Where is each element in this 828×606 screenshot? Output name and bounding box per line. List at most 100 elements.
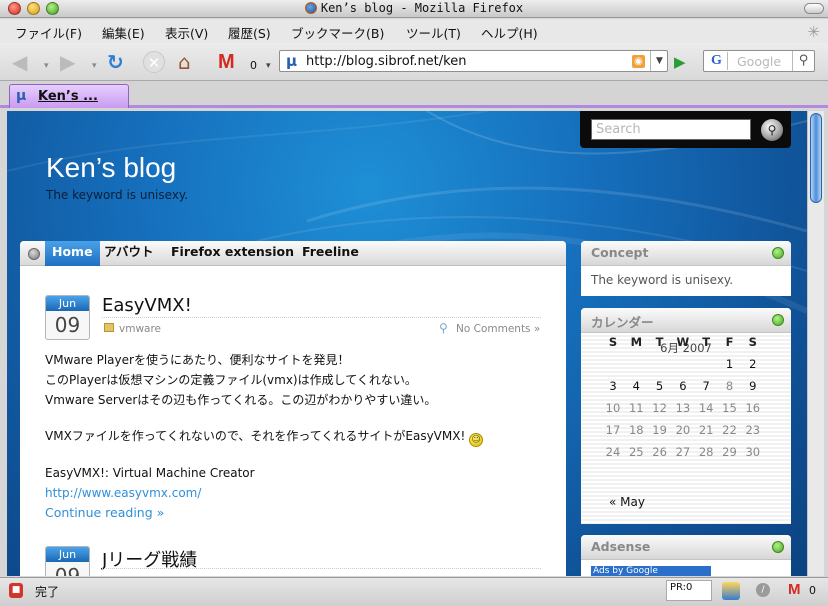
calendar-day: 7 (702, 379, 710, 393)
page-viewport: Search ⚲ Ken’s blog The keyword is unise… (7, 111, 807, 576)
widget-title: Adsense (591, 539, 651, 554)
calendar-day: 29 (722, 445, 737, 459)
post-line: EasyVMX!: Virtual Machine Creator (45, 466, 255, 480)
firefox-icon (304, 2, 317, 14)
blog-title[interactable]: Ken’s blog (46, 152, 176, 184)
widget-title: カレンダー (591, 315, 654, 330)
tab-bar: µ Ken’s ... (0, 81, 828, 108)
calendar-day: 21 (698, 423, 714, 437)
tab-label[interactable]: Ken’s ... (38, 89, 98, 104)
nav-firefox-extension[interactable]: Firefox extension (164, 241, 301, 266)
calendar-day: 30 (745, 445, 761, 459)
widget-adsense: Adsense Ads by Google (581, 535, 791, 576)
post-line: このPlayerは仮想マシンの定義ファイル(vmx)は作成してくれない。 (45, 373, 417, 387)
calendar-day: 14 (698, 401, 714, 415)
tab-kens-blog[interactable]: µ Ken’s ... (9, 84, 129, 108)
post-title[interactable]: EasyVMX! (102, 295, 192, 316)
post-month: Jun (46, 547, 89, 562)
stop-icon[interactable]: ✕ (143, 51, 165, 73)
web-search-placeholder[interactable]: Google (737, 54, 781, 69)
calendar-day: 15 (722, 401, 737, 415)
menu-tools[interactable]: ツール(T) (406, 23, 461, 42)
extension-icon[interactable] (722, 582, 740, 600)
calendar-day: 4 (632, 379, 640, 393)
rss-feed-icon[interactable]: ◉ (632, 55, 645, 68)
post-meta (102, 568, 541, 576)
nav-home[interactable]: Home (45, 241, 100, 266)
calendar-weekday: T (702, 335, 711, 349)
gmail-icon[interactable]: M (218, 51, 235, 73)
nav-about[interactable]: アバウト (97, 241, 161, 266)
gmail-status-count: 0 (809, 584, 816, 597)
nav-freeline[interactable]: Freeline (295, 241, 366, 266)
post-comments-link[interactable]: No Comments » (456, 323, 540, 335)
post-line: Continue reading » (45, 503, 541, 523)
url-text[interactable]: http://blog.sibrof.net/ken (306, 54, 466, 69)
back-history-dropdown-icon[interactable]: ▾ (44, 55, 49, 77)
post-line (45, 410, 541, 426)
vertical-scrollbar[interactable] (807, 111, 824, 576)
widget-concept: Concept The keyword is unisexy. (581, 241, 791, 296)
calendar-day: 22 (722, 423, 737, 437)
menu-help[interactable]: ヘルプ(H) (481, 23, 538, 42)
site-search-icon[interactable]: ⚲ (761, 119, 783, 141)
green-dot-icon (772, 314, 784, 326)
forward-arrow-icon[interactable]: ▶ (60, 51, 75, 73)
pagerank-display[interactable]: PR:0 (666, 580, 712, 601)
menu-bar: ファイル(F) 編集(E) 表示(V) 履歴(S) ブックマーク(B) ツール(… (0, 19, 828, 43)
menu-history[interactable]: 履歴(S) (228, 23, 271, 42)
browser-window: Ken’s blog - Mozilla Firefox ファイル(F) 編集(… (0, 0, 828, 606)
calendar-prev-link[interactable]: « May (609, 495, 645, 509)
blog-description: The keyword is unisexy. (46, 188, 189, 202)
menu-view[interactable]: 表示(V) (165, 23, 208, 42)
back-arrow-icon[interactable]: ◀ (12, 51, 27, 73)
widget-header: Adsense (581, 535, 791, 560)
post-category[interactable]: vmware (119, 323, 161, 335)
calendar-weekday: F (725, 335, 734, 349)
home-icon[interactable]: ⌂ (178, 51, 191, 73)
noscript-icon[interactable]: ■ (9, 583, 23, 598)
go-button-icon[interactable]: ▶ (674, 53, 686, 71)
gmail-dropdown-icon[interactable]: ▾ (266, 55, 271, 77)
url-bar[interactable]: µ http://blog.sibrof.net/ken ◉ ▼ (279, 50, 668, 72)
menu-file[interactable]: ファイル(F) (15, 23, 82, 42)
calendar-day: 17 (605, 423, 621, 437)
calendar-week-row: 12 (605, 357, 775, 377)
post-body: VMware Playerを使うにあたり、便利なサイトを発見！ このPlayer… (45, 350, 541, 523)
search-engine-icon[interactable]: G (706, 52, 728, 70)
site-nav: Home アバウト Firefox extension Freeline (20, 241, 566, 266)
calendar-day: 27 (675, 445, 691, 459)
concept-text: The keyword is unisexy. (591, 273, 734, 287)
toolbar-toggle-button[interactable] (804, 3, 824, 14)
post-line: Vmware Serverはその辺も作ってくれる。この辺がわかりやすい違い。 (45, 393, 437, 407)
green-dot-icon (772, 541, 784, 553)
search-icon[interactable]: ⚲ (792, 51, 814, 71)
calendar-weekday: T (655, 335, 664, 349)
forward-history-dropdown-icon[interactable]: ▾ (92, 55, 97, 77)
continue-reading-link[interactable]: Continue reading » (45, 505, 164, 520)
disabled-script-icon[interactable]: / (756, 583, 770, 597)
window-title-text: Ken’s blog - Mozilla Firefox (320, 1, 524, 15)
ads-by-google-label[interactable]: Ads by Google (591, 566, 711, 576)
reload-icon[interactable]: ↻ (107, 51, 124, 73)
calendar-weekday: S (608, 335, 618, 349)
web-search-box[interactable]: G Google ⚲ (703, 50, 815, 72)
calendar-day: 18 (628, 423, 644, 437)
menu-bookmarks[interactable]: ブックマーク(B) (291, 23, 384, 42)
calendar-day: 3 (609, 379, 617, 393)
widget-title: Concept (591, 245, 649, 260)
gmail-status-icon[interactable]: M (788, 581, 801, 598)
site-search-input[interactable]: Search (591, 119, 751, 140)
calendar-day: 26 (652, 445, 667, 459)
widget-header: Concept (581, 241, 791, 266)
calendar-week-row: 10 11 12 13 14 15 16 (605, 401, 775, 421)
calendar-day: 28 (698, 445, 714, 459)
post-day: 09 (54, 313, 81, 337)
calendar-day: 9 (749, 379, 757, 393)
throbber-icon: ✳ (807, 23, 820, 41)
status-bar: ■ 完了 PR:0 / M 0 (0, 577, 828, 606)
easyvmx-link[interactable]: http://www.easyvmx.com/ (45, 486, 201, 500)
scrollbar-thumb[interactable] (810, 113, 822, 203)
menu-edit[interactable]: 編集(E) (102, 23, 145, 42)
url-dropdown-icon[interactable]: ▼ (650, 51, 668, 71)
